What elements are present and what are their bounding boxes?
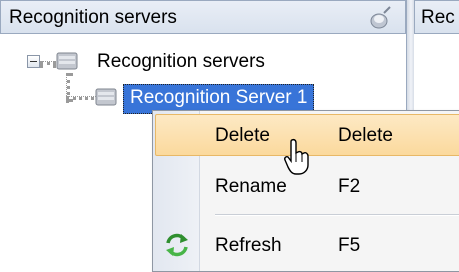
right-panel-title: Rec [421, 7, 455, 28]
tree-connector [40, 61, 56, 65]
hand-cursor-icon [284, 138, 309, 175]
collapse-toggle[interactable] [27, 55, 40, 68]
menu-item-label: Refresh [215, 235, 282, 256]
server-icon [95, 88, 117, 106]
menu-item-label: Rename [215, 176, 287, 197]
menu-item-shortcut: F5 [338, 235, 361, 256]
refresh-icon [166, 233, 188, 257]
menu-item-label: Delete [215, 125, 270, 146]
menu-item-shortcut: F2 [338, 176, 361, 197]
server-icon [56, 52, 78, 70]
menu-separator [215, 214, 459, 216]
panel-header: Recognition servers [0, 0, 406, 34]
context-menu: Delete Delete Rename F2 Refresh F5 [152, 110, 459, 272]
menu-item-refresh[interactable]: Refresh F5 [153, 224, 459, 268]
pin-icon[interactable] [365, 4, 393, 32]
tree-item-root[interactable]: Recognition servers [97, 51, 265, 73]
right-panel-header: Rec [414, 0, 459, 34]
panel-title: Recognition servers [9, 7, 177, 28]
menu-item-shortcut: Delete [338, 125, 393, 146]
